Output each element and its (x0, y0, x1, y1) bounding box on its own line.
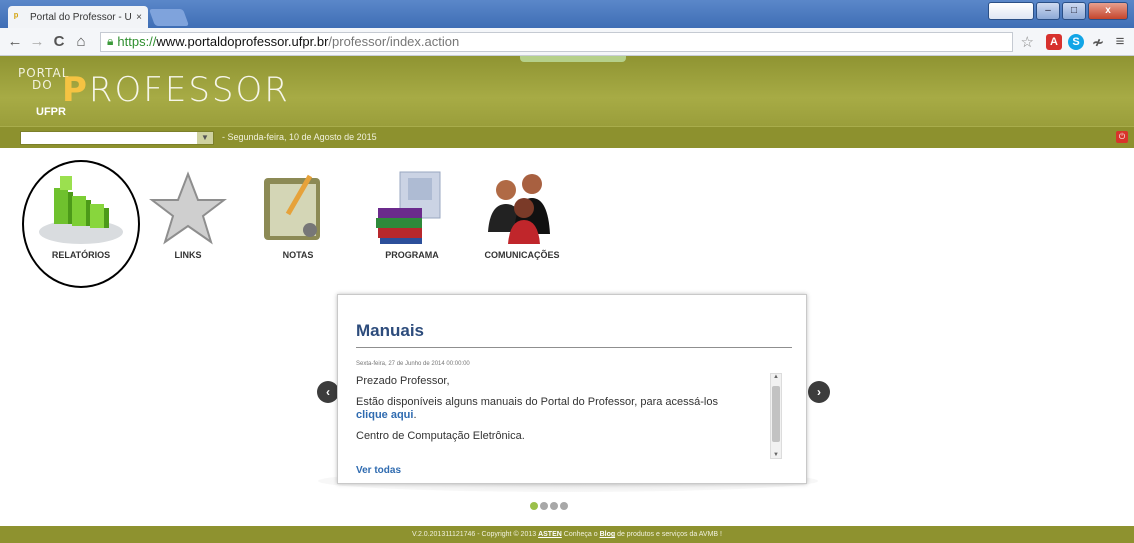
logo-professor-text: PROFESSOR (62, 70, 290, 110)
highlight-circle (22, 160, 140, 288)
post-signature: Centro de Computação Eletrônica. (356, 430, 525, 442)
star-icon (149, 171, 227, 245)
tab-title: Portal do Professor - UFPI (30, 11, 132, 23)
close-window-button[interactable]: x (1088, 2, 1128, 20)
ver-todas-link[interactable]: Ver todas (356, 465, 401, 476)
site-footer: V.2.0.201311121746 - Copyright © 2013 AS… (0, 526, 1134, 543)
menu-item-label: NOTAS (282, 250, 314, 260)
post-greeting: Prezado Professor, (356, 375, 450, 387)
new-tab-button[interactable] (148, 9, 190, 26)
panel-scrollbar[interactable]: ▲ ▼ (770, 373, 782, 459)
menu-item-notas[interactable]: NOTAS (258, 168, 338, 260)
menu-item-comunicacoes[interactable]: COMUNICAÇÕES (482, 168, 562, 260)
back-button[interactable]: ← (6, 33, 24, 50)
window-controls: – □ x (988, 2, 1128, 20)
scroll-up-icon[interactable]: ▲ (771, 374, 781, 380)
carousel-prev-button[interactable]: ‹ (317, 381, 339, 403)
logo-do-text: DO (32, 78, 53, 92)
chevron-down-icon[interactable]: ▼ (197, 132, 213, 144)
minimize-button[interactable]: – (1036, 2, 1060, 20)
logo-ufpr-text: UFPR (36, 106, 66, 118)
date-bar: ▼ - Segunda-feira, 10 de Agosto de 2015 … (0, 126, 1134, 148)
user-profile-button[interactable] (988, 2, 1034, 20)
blog-link[interactable]: Blog (600, 531, 616, 538)
post-date: Sexta-feira, 27 de Junho de 2014 00:00:0… (356, 361, 470, 367)
url-host: www.portaldoprofessor.ufpr.br (156, 34, 329, 49)
menu-item-label: LINKS (174, 250, 202, 260)
menu-item-links[interactable]: LINKS (148, 168, 228, 260)
post-paragraph: Estão disponíveis alguns manuais do Port… (356, 396, 718, 421)
pulse-extension-icon[interactable]: ≁ (1090, 34, 1106, 50)
scroll-thumb[interactable] (772, 386, 780, 442)
lock-icon: 🔒︎ (107, 34, 114, 48)
acrobat-extension-icon[interactable]: A (1046, 33, 1062, 50)
url-path: /professor/index.action (328, 34, 460, 49)
maximize-button[interactable]: □ (1062, 2, 1086, 20)
home-button[interactable]: ⌂ (72, 33, 90, 50)
divider (356, 347, 792, 348)
carousel-dot-1[interactable] (530, 502, 538, 510)
scroll-down-icon[interactable]: ▼ (771, 452, 781, 458)
tab-close-button[interactable]: × (136, 12, 142, 23)
asten-link[interactable]: ASTEN (538, 531, 562, 538)
logout-icon[interactable]: ⏻ (1116, 131, 1128, 143)
clique-aqui-link[interactable]: clique aqui (356, 409, 413, 421)
forward-button[interactable]: → (28, 33, 46, 50)
url-scheme: https:// (117, 34, 157, 49)
manuais-panel: Manuais Sexta-feira, 27 de Junho de 2014… (337, 294, 807, 484)
menu-item-label: PROGRAMA (385, 250, 439, 260)
panel-title: Manuais (356, 321, 425, 340)
notepad-icon (264, 174, 320, 240)
skype-extension-icon[interactable]: S (1068, 33, 1084, 50)
people-icon (488, 174, 550, 244)
header-tab[interactable] (520, 56, 626, 62)
post-body: Prezado Professor, Estão disponíveis alg… (356, 375, 756, 451)
favicon-icon: ᵖ (14, 11, 19, 23)
reload-button[interactable]: C (50, 33, 68, 50)
browser-toolbar: ← → C ⌂ 🔒︎ https:// www.portaldoprofesso… (0, 28, 1134, 56)
current-date: - Segunda-feira, 10 de Agosto de 2015 (222, 132, 377, 142)
carousel-dot-2[interactable] (540, 502, 548, 510)
carousel-dot-3[interactable] (550, 502, 558, 510)
browser-menu-icon[interactable]: ≡ (1112, 33, 1128, 50)
carousel-dot-4[interactable] (560, 502, 568, 510)
books-icon (376, 171, 441, 244)
bookmark-star-icon[interactable]: ☆ (1021, 33, 1034, 51)
carousel-dots (530, 502, 568, 510)
menu-item-programa[interactable]: PROGRAMA (372, 168, 452, 260)
menu-item-label: COMUNICAÇÕES (484, 250, 560, 260)
browser-tab[interactable]: ᵖ Portal do Professor - UFPI × (8, 6, 148, 28)
address-bar[interactable]: 🔒︎ https:// www.portaldoprofessor.ufpr.b… (100, 31, 1013, 52)
browser-titlebar: ᵖ Portal do Professor - UFPI × – □ x (0, 0, 1134, 28)
carousel-next-button[interactable]: › (808, 381, 830, 403)
course-select[interactable]: ▼ (20, 131, 214, 145)
